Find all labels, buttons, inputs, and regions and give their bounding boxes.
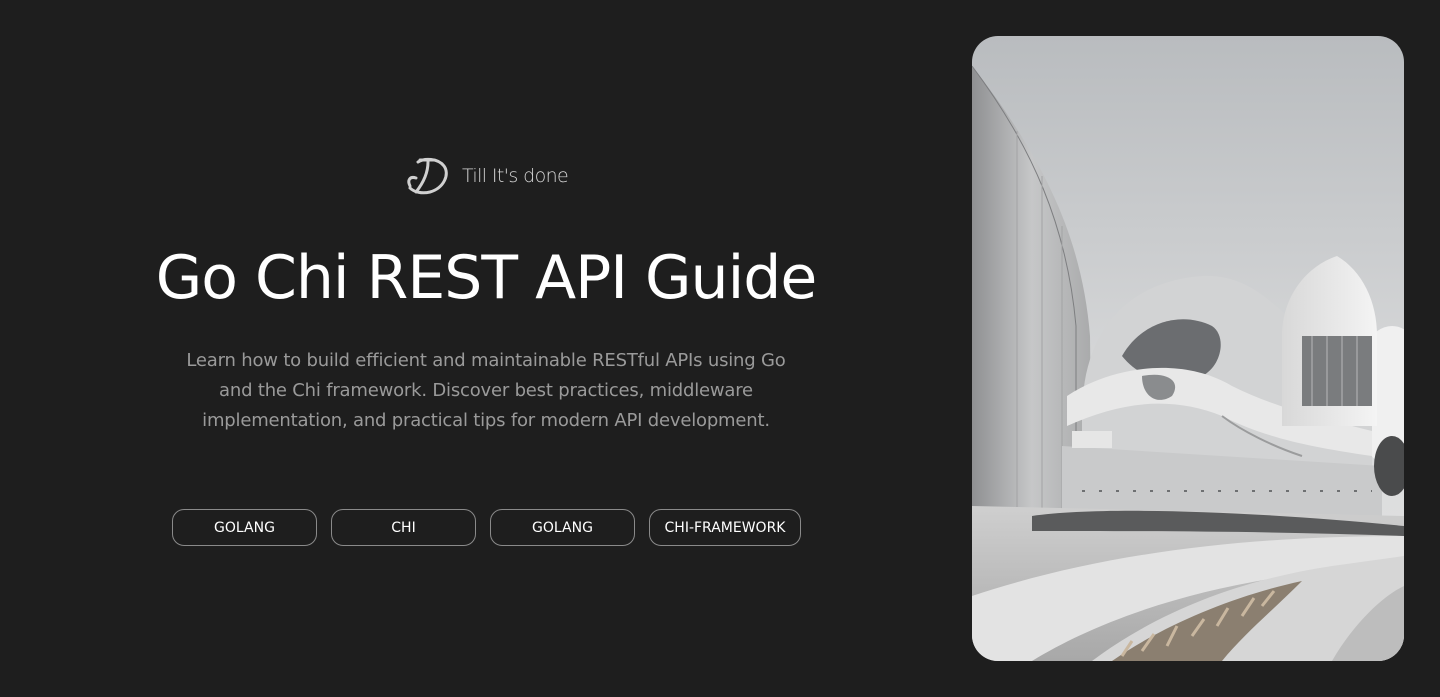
tag-golang[interactable]: GOLANG xyxy=(172,509,317,546)
page-title: Go Chi REST API Guide xyxy=(155,243,818,313)
architecture-illustration xyxy=(972,36,1404,661)
page: Till It's done Go Chi REST API Guide Lea… xyxy=(0,0,1440,697)
tag-golang-2[interactable]: GOLANG xyxy=(490,509,635,546)
tag-chi[interactable]: CHI xyxy=(331,509,476,546)
td-monogram-icon xyxy=(404,156,452,196)
brand-link[interactable]: Till It's done xyxy=(404,156,569,196)
tag-list: GOLANG CHI GOLANG CHI-FRAMEWORK xyxy=(172,509,801,546)
page-description: Learn how to build efficient and maintai… xyxy=(186,350,786,431)
tag-chi-framework[interactable]: CHI-FRAMEWORK xyxy=(649,509,801,546)
hero-image xyxy=(972,36,1404,661)
hero-content: Till It's done Go Chi REST API Guide Lea… xyxy=(0,0,972,697)
brand-name: Till It's done xyxy=(462,165,569,187)
